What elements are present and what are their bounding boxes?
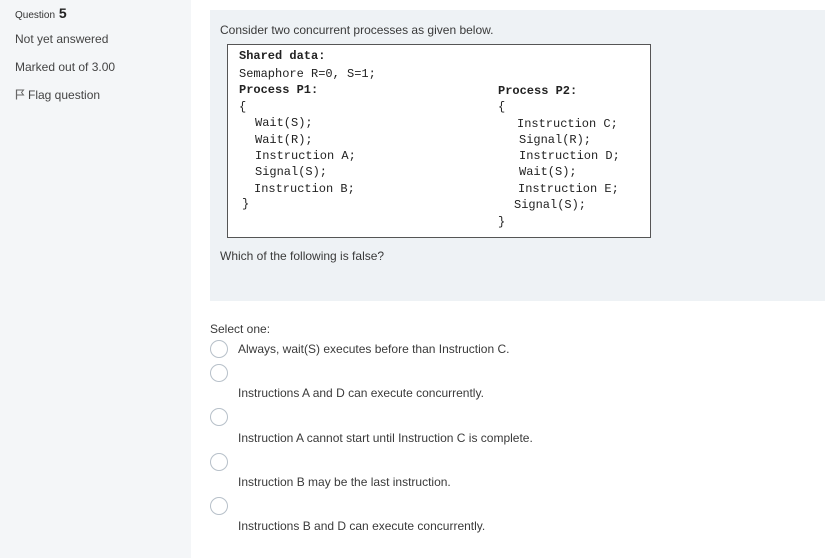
flag-question-label: Flag question bbox=[28, 88, 101, 102]
code-p1-open: { bbox=[239, 100, 247, 114]
code-line: Instruction D; bbox=[519, 149, 620, 163]
question-prompt: Which of the following is false? bbox=[220, 249, 385, 263]
radio-option-1[interactable] bbox=[210, 340, 228, 358]
code-line: Signal(S); bbox=[514, 198, 587, 212]
code-line: Wait(S); bbox=[519, 165, 577, 179]
question-number-label: Question 5 bbox=[15, 5, 67, 21]
select-one-label: Select one: bbox=[210, 322, 271, 336]
flag-question-link[interactable]: Flag question bbox=[15, 88, 100, 102]
option-label[interactable]: Instruction A cannot start until Instruc… bbox=[238, 431, 533, 445]
question-text-panel: Consider two concurrent processes as giv… bbox=[210, 10, 825, 301]
code-line: Instruction A; bbox=[255, 149, 356, 163]
code-p2-open: { bbox=[498, 100, 506, 114]
code-p1-header: Process P1: bbox=[239, 83, 319, 97]
radio-option-3[interactable] bbox=[210, 408, 228, 426]
radio-option-4[interactable] bbox=[210, 453, 228, 471]
code-line: Signal(R); bbox=[519, 133, 592, 147]
code-line: Wait(R); bbox=[255, 133, 313, 147]
code-p1-close: } bbox=[242, 197, 250, 211]
answer-state: Not yet answered bbox=[15, 32, 109, 46]
code-line: Instruction C; bbox=[517, 117, 618, 131]
question-number: 5 bbox=[58, 5, 67, 21]
code-line: Instruction B; bbox=[254, 182, 355, 196]
question-prefix: Question bbox=[15, 10, 56, 21]
code-semaphore: Semaphore R=0, S=1; bbox=[239, 67, 376, 81]
option-label[interactable]: Always, wait(S) executes before than Ins… bbox=[238, 342, 509, 356]
code-line: Wait(S); bbox=[255, 116, 313, 130]
code-p2-header: Process P2: bbox=[498, 84, 578, 98]
code-line: Signal(S); bbox=[255, 165, 328, 179]
option-label[interactable]: Instruction B may be the last instructio… bbox=[238, 475, 451, 489]
question-intro: Consider two concurrent processes as giv… bbox=[220, 23, 494, 37]
code-p2-close: } bbox=[498, 215, 506, 229]
marks-info: Marked out of 3.00 bbox=[15, 60, 116, 74]
flag-icon bbox=[15, 89, 25, 100]
option-label[interactable]: Instructions A and D can execute concurr… bbox=[238, 386, 484, 400]
option-label[interactable]: Instructions B and D can execute concurr… bbox=[238, 519, 485, 533]
code-line: Instruction E; bbox=[518, 182, 619, 196]
code-shared-data: Shared data: bbox=[239, 49, 326, 63]
question-info-sidebar: Question 5 Not yet answered Marked out o… bbox=[0, 0, 191, 558]
radio-option-2[interactable] bbox=[210, 364, 228, 382]
code-block: Shared data: Semaphore R=0, S=1; Process… bbox=[227, 44, 651, 238]
radio-option-5[interactable] bbox=[210, 497, 228, 515]
